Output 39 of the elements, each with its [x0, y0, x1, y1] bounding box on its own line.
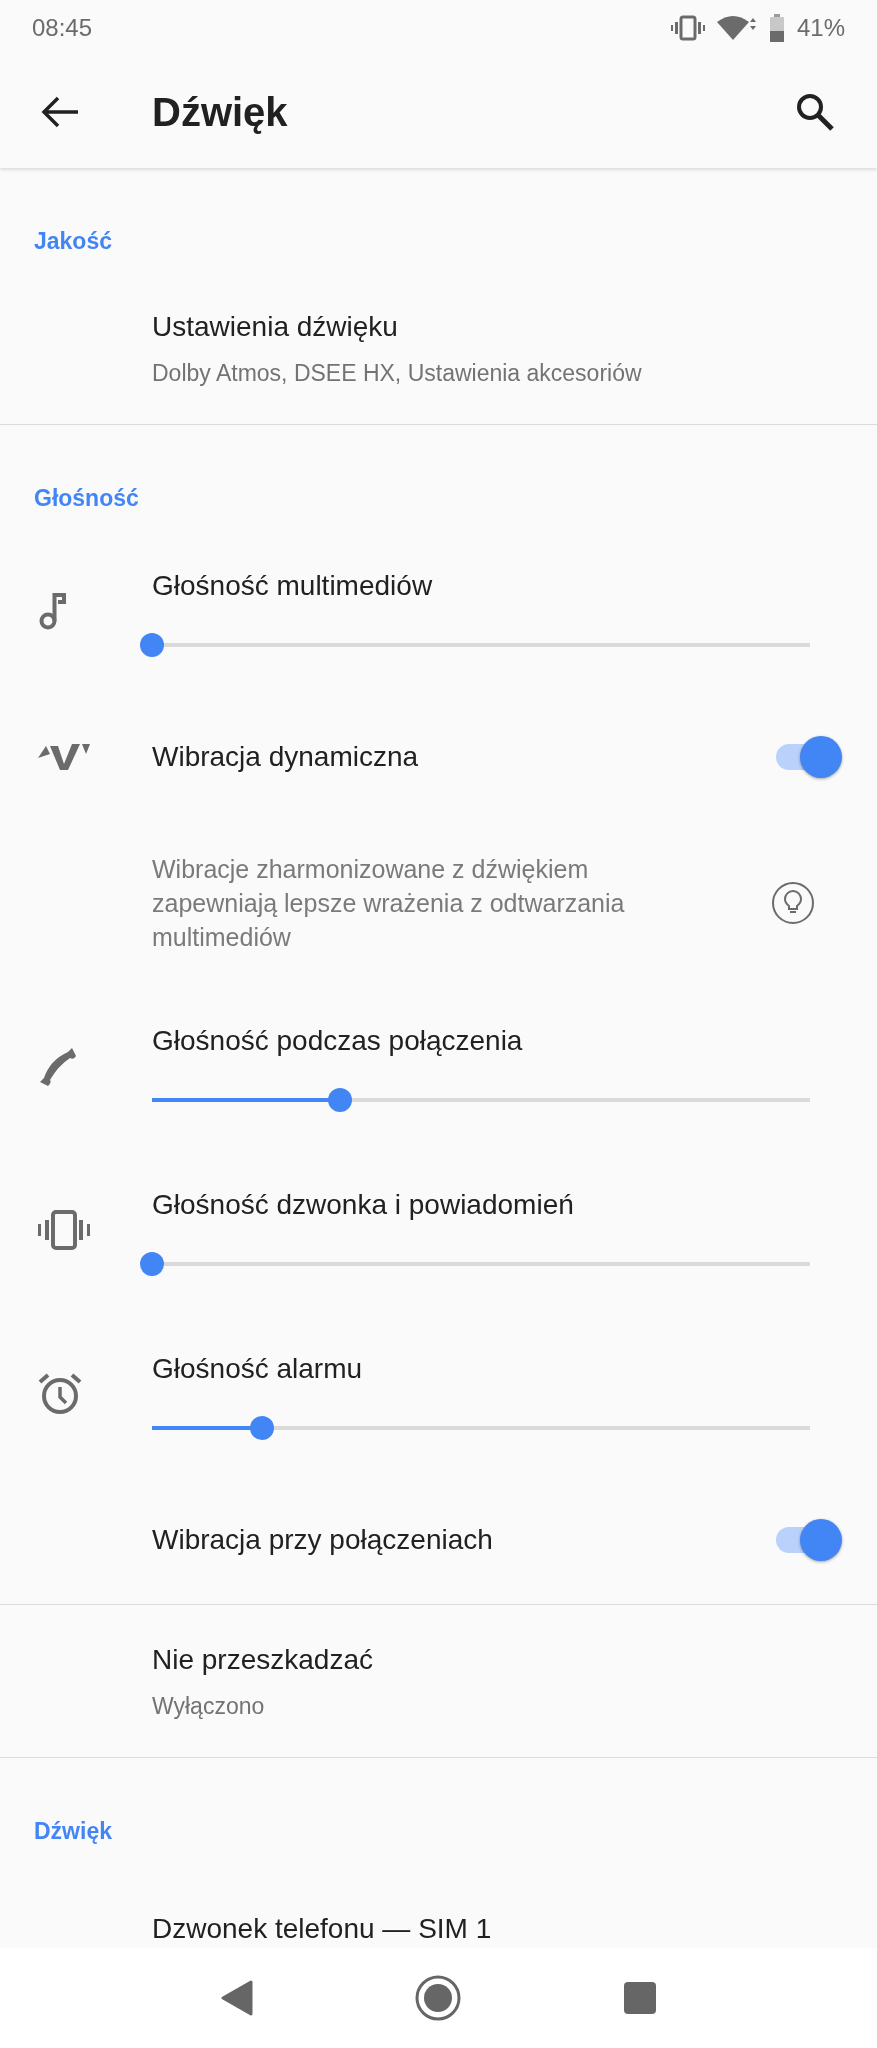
status-time: 08:45 — [32, 13, 93, 43]
back-arrow-icon — [40, 95, 80, 129]
battery-percent: 41% — [796, 13, 845, 43]
alarm-clock-icon — [38, 1372, 82, 1416]
battery-icon — [768, 14, 785, 42]
item-title: Dzwonek telefonu — SIM 1 — [152, 1912, 492, 1946]
slider-label: Głośność alarmu — [152, 1352, 364, 1386]
nav-recents-icon[interactable] — [622, 1981, 657, 2015]
item-subtitle: Dolby Atmos, DSEE HX, Ustawienia akcesoriów — [152, 358, 642, 388]
settings-item[interactable]: Nie przeszkadzać Wyłączono — [0, 1605, 877, 1757]
description-text: Wibracje zharmonizowane z dźwiękiem zapewniają lepsze wrażenia z odtwarzania multimediów — [152, 853, 626, 953]
slider-thumb[interactable] — [328, 1088, 353, 1112]
lightbulb-icon — [771, 880, 815, 925]
item-title: Ustawienia dźwięku — [152, 309, 399, 344]
nav-home-icon[interactable] — [413, 1974, 462, 2022]
vibrate-icon — [670, 15, 705, 41]
slider-label: Głośność multimediów — [152, 569, 434, 603]
music-note-icon — [38, 592, 66, 630]
slider-thumb[interactable] — [140, 1252, 164, 1276]
toggle-label: Wibracja dynamiczna — [152, 740, 420, 774]
vibrate-icon — [38, 1210, 90, 1250]
nav-back-icon[interactable] — [220, 1980, 253, 2016]
section-header: Głośność — [34, 483, 139, 513]
wifi-icon — [716, 14, 757, 42]
item-subtitle: Wyłączono — [152, 1691, 266, 1721]
section-header: Dźwięk — [34, 1816, 112, 1846]
item-title: Nie przeszkadzać — [152, 1642, 373, 1677]
search-icon — [795, 92, 835, 132]
toggle-label: Wibracja przy połączeniach — [152, 1523, 494, 1557]
dynamic-vibration-icon — [38, 742, 90, 772]
section-header: Jakość — [34, 226, 112, 256]
screen-title: Dźwięk — [152, 89, 289, 136]
slider-thumb[interactable] — [140, 633, 164, 657]
settings-item[interactable]: Dzwonek telefonu — SIM 1 — [0, 1862, 877, 1948]
slider-label: Głośność podczas połączenia — [152, 1024, 524, 1058]
settings-item[interactable]: Ustawienia dźwięku Dolby Atmos, DSEE HX, Ustawienia akcesoriów — [0, 272, 877, 424]
slider-thumb[interactable] — [249, 1416, 274, 1440]
phone-handset-icon — [38, 1046, 78, 1086]
slider-label: Głośność dzwonka i powiadomień — [152, 1188, 575, 1222]
